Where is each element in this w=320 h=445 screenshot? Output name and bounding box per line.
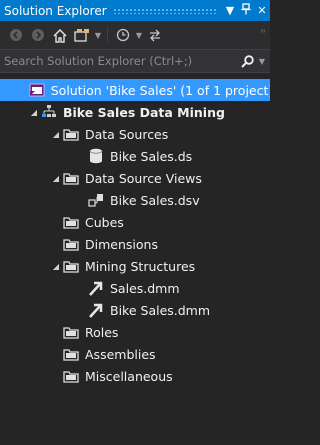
tree-item-assemblies[interactable]: Assemblies xyxy=(0,343,270,365)
panel-title: Solution Explorer xyxy=(4,3,107,18)
tree-item-label: Sales.dmm xyxy=(110,280,180,296)
tree-item-mining-file[interactable]: Bike Sales.dmm xyxy=(0,299,270,321)
tree-item-solution[interactable]: Solution 'Bike Sales' (1 of 1 project) xyxy=(0,79,270,101)
toolbar-separator xyxy=(107,27,108,43)
tree-item-label: Roles xyxy=(85,324,119,340)
tree-item-dimensions[interactable]: Dimensions xyxy=(0,233,270,255)
tree-item-label: Miscellaneous xyxy=(85,368,173,384)
folder-icon xyxy=(62,126,80,142)
solution-switch-icon[interactable] xyxy=(72,25,92,45)
tree-item-roles[interactable]: Roles xyxy=(0,321,270,343)
tree-item-miscellaneous[interactable]: Miscellaneous xyxy=(0,365,270,387)
tree-item-label: Assemblies xyxy=(85,346,156,362)
tree-item-label: Mining Structures xyxy=(85,258,196,274)
solution-icon xyxy=(28,82,46,98)
folder-icon xyxy=(62,368,80,384)
tree-item-label: Data Source Views xyxy=(85,170,202,186)
collapse-arrow-icon[interactable]: ◢ xyxy=(50,262,62,271)
folder-icon xyxy=(62,214,80,230)
switch-views-dropdown-icon[interactable]: ▼ xyxy=(94,31,102,40)
collapse-arrow-icon[interactable]: ◢ xyxy=(50,174,62,183)
folder-icon xyxy=(62,346,80,362)
tree-item-label: Solution 'Bike Sales' (1 of 1 project) xyxy=(50,82,270,98)
close-icon[interactable]: ✕ xyxy=(254,4,270,17)
history-icon[interactable] xyxy=(113,25,133,45)
tree-item-project[interactable]: ◢ Bike Sales Data Mining xyxy=(0,101,270,123)
toolbar-overflow[interactable]: " xyxy=(256,25,270,45)
folder-icon xyxy=(62,324,80,340)
mining-structure-icon xyxy=(87,302,105,318)
tree-item-label: Dimensions xyxy=(85,236,158,252)
collapse-arrow-icon[interactable]: ◢ xyxy=(28,108,40,117)
tree-item-cubes[interactable]: Cubes xyxy=(0,211,270,233)
search-icon[interactable] xyxy=(236,54,258,68)
history-dropdown-icon[interactable]: ▼ xyxy=(135,31,143,40)
tree-item-mining-file[interactable]: Sales.dmm xyxy=(0,277,270,299)
solution-tree: Solution 'Bike Sales' (1 of 1 project) ◢… xyxy=(0,76,270,387)
folder-icon xyxy=(62,236,80,252)
tree-item-label: Cubes xyxy=(85,214,124,230)
back-icon[interactable] xyxy=(6,25,26,45)
tree-item-data-source-view-file[interactable]: Bike Sales.dsv xyxy=(0,189,270,211)
forward-icon[interactable] xyxy=(28,25,48,45)
tree-item-label: Bike Sales.ds xyxy=(110,148,193,164)
folder-icon xyxy=(62,170,80,186)
data-mining-project-icon xyxy=(40,104,58,120)
tree-item-label: Bike Sales.dmm xyxy=(110,302,211,318)
mining-structure-icon xyxy=(87,280,105,296)
search-options-dropdown-icon[interactable]: ▼ xyxy=(258,57,266,66)
folder-icon xyxy=(62,258,80,274)
data-source-view-icon xyxy=(87,192,105,208)
tree-item-data-source-views[interactable]: ◢ Data Source Views xyxy=(0,167,270,189)
window-position-dropdown-icon[interactable]: ▼ xyxy=(222,4,238,17)
tree-item-data-sources[interactable]: ◢ Data Sources xyxy=(0,123,270,145)
solution-explorer-toolbar: ▼ ▼ " xyxy=(0,21,270,49)
collapse-arrow-icon[interactable]: ◢ xyxy=(50,130,62,139)
database-icon xyxy=(87,148,105,164)
tree-item-mining-structures[interactable]: ◢ Mining Structures xyxy=(0,255,270,277)
tree-item-data-source-file[interactable]: Bike Sales.ds xyxy=(0,145,270,167)
search-input[interactable] xyxy=(0,49,236,73)
pin-icon[interactable] xyxy=(238,3,254,18)
panel-title-bar[interactable]: Solution Explorer ▼ ✕ xyxy=(0,0,270,21)
sync-icon[interactable] xyxy=(145,25,165,45)
home-icon[interactable] xyxy=(50,25,70,45)
search-bar: ▼ xyxy=(0,49,270,73)
drag-grip[interactable] xyxy=(112,7,216,14)
tree-item-label: Bike Sales.dsv xyxy=(110,192,200,208)
tree-item-label: Data Sources xyxy=(85,126,169,142)
tree-item-label: Bike Sales Data Mining xyxy=(63,104,225,120)
